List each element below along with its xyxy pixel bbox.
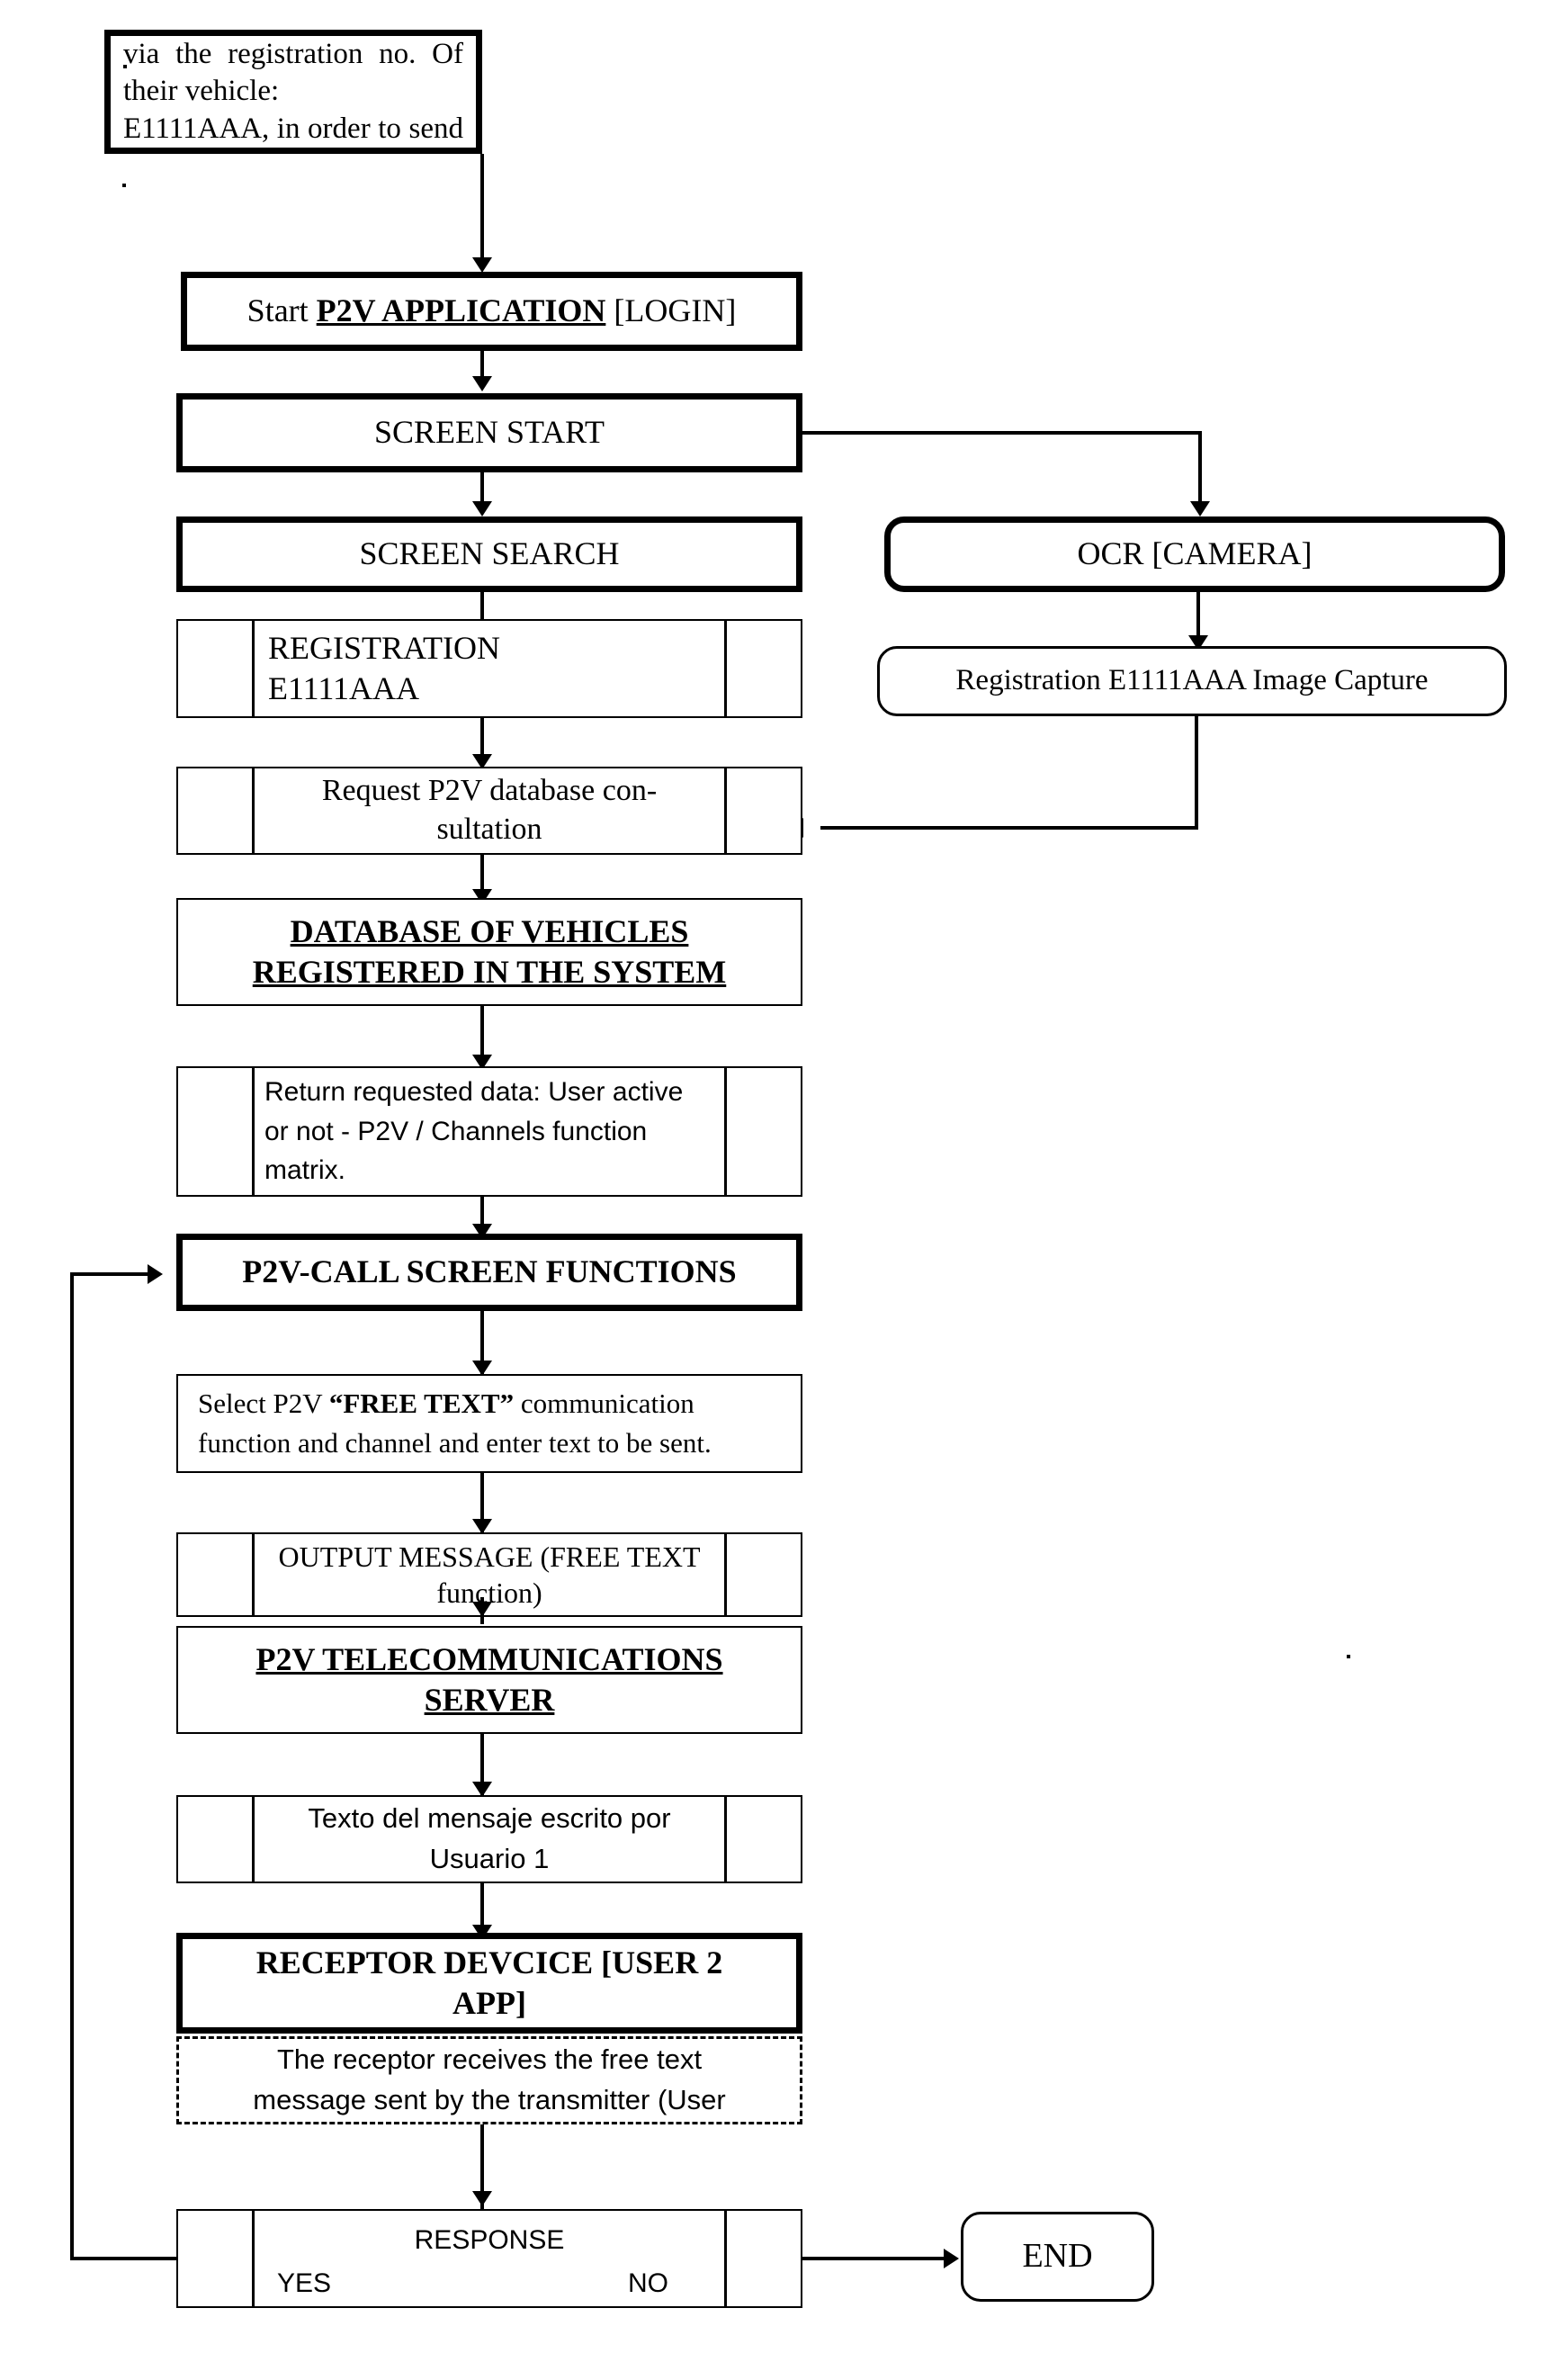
node-registration: REGISTRATION E1111AAA (176, 619, 802, 718)
node-receptor-device: RECEPTOR DEVCICE [USER 2 APP] (176, 1933, 802, 2034)
texto-left-rule (252, 1797, 255, 1882)
arrowhead-screenstart-to-ocr (1190, 501, 1210, 516)
texto-line1: Texto del mensaje escrito por (308, 1802, 671, 1835)
call-screen-label: P2V-CALL SCREEN FUNCTIONS (242, 1253, 737, 1290)
connector-screenstart-to-ocr-h (802, 431, 1202, 435)
node-screen-start: SCREEN START (176, 393, 802, 472)
arrowhead-output-to-server (472, 1602, 492, 1617)
image-capture-label: Registration E1111AAA Image Capture (955, 664, 1429, 697)
connector-screenstart-to-ocr-v (1198, 431, 1202, 501)
select-free-text-emphasis: “FREE TEXT” (328, 1387, 515, 1419)
start-app-prefix: Start (246, 292, 317, 329)
node-start-application: Start P2V APPLICATION [LOGIN] (181, 272, 802, 351)
return-line3: matrix. (264, 1155, 345, 1186)
arrowhead-response-to-end (944, 2249, 959, 2268)
arrowhead-startapp-to-screenstart (472, 376, 492, 391)
server-line1: P2V TELECOMMUNICATIONS (255, 1640, 723, 1677)
flowchart-canvas: User 1 wants to communicate with User 2,… (0, 0, 1568, 2362)
select-line2: function and channel and enter text to b… (198, 1427, 712, 1459)
response-yes-label[interactable]: YES (277, 2267, 331, 2301)
select-line1-b: communication (514, 1387, 694, 1419)
connector-screenstart-to-screensearch (480, 472, 484, 501)
texto-right-rule (724, 1797, 727, 1882)
response-label: RESPONSE (414, 2225, 565, 2255)
screen-start-label: SCREEN START (374, 414, 605, 451)
start-app-suffix: [LOGIN] (605, 292, 737, 329)
receptor-line2: APP] (452, 1985, 526, 2021)
ocr-camera-label: OCR [CAMERA] (1077, 535, 1313, 572)
database-line1: DATABASE OF VEHICLES (290, 912, 689, 949)
node-ocr-camera: OCR [CAMERA] (884, 516, 1505, 592)
receptor-note-line2: message sent by the transmitter (User (253, 2084, 726, 2115)
connector-response-to-end (802, 2257, 955, 2260)
registration-line2: E1111AAA (268, 670, 419, 706)
select-line1-a: Select P2V (198, 1387, 329, 1419)
node-database-vehicles: DATABASE OF VEHICLES REGISTERED IN THE S… (176, 898, 802, 1006)
output-right-rule (724, 1534, 727, 1615)
connector-yes-loop-h-bottom (70, 2257, 178, 2260)
node-end: END (961, 2212, 1154, 2302)
node-return-data: Return requested data: User active or no… (176, 1066, 802, 1197)
node-telecom-server: P2V TELECOMMUNICATIONS SERVER (176, 1626, 802, 1734)
request-left-rule (252, 768, 255, 853)
scan-artifact-dot-1 (123, 65, 127, 68)
connector-yes-loop-h-top (70, 1272, 148, 1276)
arrowhead-intro-to-startapp (472, 257, 492, 273)
request-line2: sultation (436, 813, 542, 846)
output-line1: OUTPUT MESSAGE (FREE TEXT (278, 1540, 701, 1573)
arrowhead-note-to-response (472, 2191, 492, 2206)
arrowhead-yes-loop (148, 1264, 163, 1284)
intro-user2-label: User 2 (351, 30, 432, 32)
registration-left-rule (252, 621, 255, 716)
node-image-capture: Registration E1111AAA Image Capture (877, 646, 1507, 716)
connector-capture-to-request-v (1195, 716, 1198, 830)
request-line1: Request P2V database con- (321, 774, 658, 808)
request-right-rule (724, 768, 727, 853)
start-app-emphasis: P2V APPLICATION (316, 292, 606, 329)
end-label: END (1022, 2237, 1093, 2276)
connector-yes-loop-v (70, 1272, 74, 2260)
node-texto-mensaje: Texto del mensaje escrito por Usuario 1 (176, 1795, 802, 1883)
return-right-rule (724, 1068, 727, 1195)
registration-right-rule (724, 621, 727, 716)
registration-line1: REGISTRATION (268, 629, 500, 666)
return-line2: or not - P2V / Channels function (264, 1116, 648, 1146)
output-left-rule (252, 1534, 255, 1615)
node-intro-note: User 1 wants to communicate with User 2,… (104, 30, 482, 154)
scan-artifact-dot-3 (1347, 1655, 1350, 1658)
intro-line1-end: , (432, 30, 439, 32)
return-left-rule (252, 1068, 255, 1195)
connector-intro-to-startapp (480, 154, 484, 257)
database-line2: REGISTERED IN THE SYSTEM (252, 954, 727, 990)
node-call-screen-functions: P2V-CALL SCREEN FUNCTIONS (176, 1234, 802, 1311)
node-response: RESPONSE YES NO (176, 2209, 802, 2308)
return-line1: Return requested data: User active (264, 1077, 684, 1108)
scan-artifact-dot-2 (122, 184, 126, 187)
node-screen-search: SCREEN SEARCH (176, 516, 802, 592)
server-line2: SERVER (424, 1682, 555, 1718)
intro-line2: via the registration no. Of their vehicl… (123, 37, 463, 108)
intro-line1-mid: wants to communicate with (123, 30, 463, 32)
texto-line2: Usuario 1 (429, 1843, 550, 1874)
node-receptor-note: The receptor receives the free text mess… (176, 2036, 802, 2124)
node-select-free-text: Select P2V “FREE TEXT” communication fun… (176, 1374, 802, 1473)
response-no-label[interactable]: NO (628, 2267, 668, 2301)
connector-startapp-to-screenstart (480, 351, 484, 376)
node-request-consultation: Request P2V database con- sultation (176, 767, 802, 855)
receptor-line1: RECEPTOR DEVCICE [USER 2 (255, 1944, 723, 1980)
arrowhead-screenstart-to-screensearch (472, 501, 492, 516)
screen-search-label: SCREEN SEARCH (359, 535, 620, 572)
connector-capture-to-request-h (820, 826, 1198, 830)
intro-line3: E1111AAA, in order to send them a free (123, 112, 463, 145)
receptor-note-line1: The receptor receives the free text (276, 2043, 703, 2076)
